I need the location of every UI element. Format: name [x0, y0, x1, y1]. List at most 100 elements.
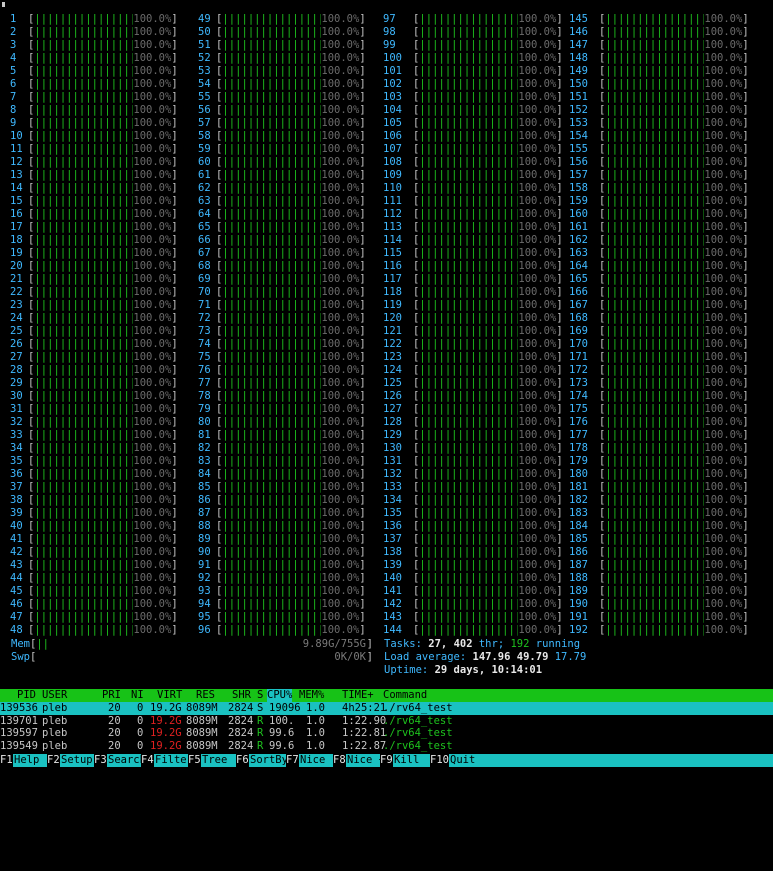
cpu-usage-bar: ||||||||||||||||: [34, 91, 134, 103]
cpu-meter-140: 140[|||||||||||||||| 100.0%]: [383, 572, 563, 584]
fkey-f3[interactable]: F3: [94, 754, 107, 767]
cpu-usage-value: 100.0%: [321, 52, 360, 64]
cpu-meter-7: 7[|||||||||||||||| 100.0%]: [0, 91, 193, 104]
cpu-label: 38: [10, 494, 23, 506]
cpu-usage-value: 100.0%: [321, 416, 360, 428]
cpu-usage-value: 100.0%: [704, 65, 743, 77]
cpu-usage-bar: ||||||||||||||||: [419, 520, 519, 532]
cpu-label: 151: [569, 91, 588, 103]
process-user: pleb: [42, 727, 68, 739]
fkey-f4[interactable]: F4: [141, 754, 154, 767]
cpu-usage-value: 100.0%: [133, 312, 172, 324]
cpu-usage-value: 100.0%: [518, 468, 557, 480]
fkey-f5[interactable]: F5: [188, 754, 201, 767]
col-command[interactable]: Command: [383, 689, 427, 702]
cpu-usage-bar: ||||||||||||||||: [222, 429, 322, 441]
cpu-usage-value: 100.0%: [133, 208, 172, 220]
cpu-meter-62: 62[|||||||||||||||| 100.0%]: [188, 182, 381, 195]
col-state[interactable]: S: [257, 689, 263, 702]
cpu-label: 37: [10, 481, 23, 493]
cpu-label: 101: [383, 65, 402, 77]
cpu-usage-bar: ||||||||||||||||: [222, 91, 322, 103]
cpu-label: 184: [569, 520, 588, 532]
cpu-usage-bar: ||||||||||||||||: [605, 403, 705, 415]
fkey-label-f2[interactable]: Setup: [61, 754, 93, 767]
cpu-label: 132: [383, 468, 402, 480]
col-user[interactable]: USER: [42, 689, 67, 702]
cpu-label: 103: [383, 91, 402, 103]
cpu-label: 87: [198, 507, 211, 519]
cpu-usage-value: 100.0%: [321, 195, 360, 207]
cpu-meter-127: 127[|||||||||||||||| 100.0%]: [383, 403, 563, 415]
cpu-usage-value: 100.0%: [518, 442, 557, 454]
cpu-usage-value: 100.0%: [518, 143, 557, 155]
fkey-f1[interactable]: F1: [0, 754, 13, 767]
cpu-meter-52: 52[|||||||||||||||| 100.0%]: [188, 52, 381, 65]
cpu-usage-value: 100.0%: [518, 533, 557, 545]
col-cpu-sorted[interactable]: CPU%: [267, 689, 293, 702]
fkey-f6[interactable]: F6: [236, 754, 249, 767]
cpu-label: 58: [198, 130, 211, 142]
fkey-label-f5[interactable]: Tree: [202, 754, 227, 767]
col-pid[interactable]: PID: [17, 689, 36, 702]
process-row[interactable]: 139549 pleb 20 0 19.2G 8089M 2824 R 99.6 1.0 1:22.…: [0, 740, 773, 753]
col-res[interactable]: RES: [196, 689, 215, 702]
cpu-usage-bar: ||||||||||||||||: [222, 260, 322, 272]
cpu-label: 131: [383, 455, 402, 467]
cpu-meter-100: 100[|||||||||||||||| 100.0%]: [383, 52, 563, 64]
process-row[interactable]: 139597 pleb 20 0 19.2G 8089M 2824 R 99.6 1.0 1:22.…: [0, 727, 773, 740]
fkey-f2[interactable]: F2: [47, 754, 60, 767]
cpu-label: 120: [383, 312, 402, 324]
cpu-usage-bar: ||||||||||||||||: [222, 299, 322, 311]
cpu-meter-61: 61[|||||||||||||||| 100.0%]: [188, 169, 381, 182]
col-ni[interactable]: NI: [131, 689, 144, 702]
cpu-usage-bar: ||||||||||||||||: [34, 572, 134, 584]
cpu-meter-32: 32[|||||||||||||||| 100.0%]: [0, 416, 193, 429]
cpu-usage-bar: ||||||||||||||||: [605, 338, 705, 350]
cpu-usage-bar: ||||||||||||||||: [419, 416, 519, 428]
col-shr[interactable]: SHR: [232, 689, 251, 702]
fkey-f10[interactable]: F10: [430, 754, 449, 767]
process-table-header[interactable]: PID USER PRI NI VIRT RES SHR S CPU% MEM%…: [0, 689, 773, 702]
cpu-label: 89: [198, 533, 211, 545]
cpu-label: 76: [198, 364, 211, 376]
cpu-usage-value: 100.0%: [704, 455, 743, 467]
cpu-usage-value: 100.0%: [518, 182, 557, 194]
fkey-label-f1[interactable]: Help: [14, 754, 39, 767]
fkey-label-f9[interactable]: Kill: [394, 754, 419, 767]
cpu-usage-bar: ||||||||||||||||: [605, 598, 705, 610]
fkey-f9[interactable]: F9: [380, 754, 393, 767]
process-pid: 139701: [0, 714, 38, 727]
cpu-usage-value: 100.0%: [321, 182, 360, 194]
cpu-usage-bar: ||||||||||||||||: [605, 416, 705, 428]
cpu-meter-111: 111[|||||||||||||||| 100.0%]: [383, 195, 563, 207]
cpu-usage-value: 100.0%: [518, 390, 557, 402]
cpu-usage-bar: ||||||||||||||||: [419, 312, 519, 324]
cpu-meter-34: 34[|||||||||||||||| 100.0%]: [0, 442, 193, 455]
col-mem[interactable]: MEM%: [299, 689, 324, 702]
cpu-label: 110: [383, 182, 402, 194]
fkey-label-f10[interactable]: Quit: [450, 754, 475, 767]
process-row[interactable]: 139536 pleb 20 0 19.2G 8089M 2824 S 19096 1.0 4h25…: [0, 702, 773, 715]
col-time[interactable]: TIME+: [342, 689, 374, 702]
fkey-f8[interactable]: F8: [333, 754, 346, 767]
cpu-label: 70: [198, 286, 211, 298]
cpu-meter-168: 168[|||||||||||||||| 100.0%]: [569, 312, 749, 324]
process-virt: 19.2G: [150, 727, 182, 739]
cpu-label: 179: [569, 455, 588, 467]
cpu-usage-bar: ||||||||||||||||: [34, 364, 134, 376]
cpu-usage-bar: ||||||||||||||||: [222, 182, 322, 194]
cpu-usage-bar: ||||||||||||||||: [605, 572, 705, 584]
process-command: ./rv64_test: [383, 727, 453, 739]
fkey-f7[interactable]: F7: [286, 754, 299, 767]
process-row[interactable]: 139701 pleb 20 0 19.2G 8089M 2824 R 100. 1.0 1:22.…: [0, 715, 773, 728]
cpu-label: 21: [10, 273, 23, 285]
swap-meter: Swp[ 0K/0K]: [0, 651, 380, 664]
col-virt[interactable]: VIRT: [157, 689, 182, 702]
cpu-meter-159: 159[|||||||||||||||| 100.0%]: [569, 195, 749, 207]
cpu-usage-value: 100.0%: [518, 572, 557, 584]
col-pri[interactable]: PRI: [102, 689, 121, 702]
fkey-label-f6[interactable]: SortBy: [250, 754, 288, 767]
cpu-label: 160: [569, 208, 588, 220]
cpu-label: 169: [569, 325, 588, 337]
